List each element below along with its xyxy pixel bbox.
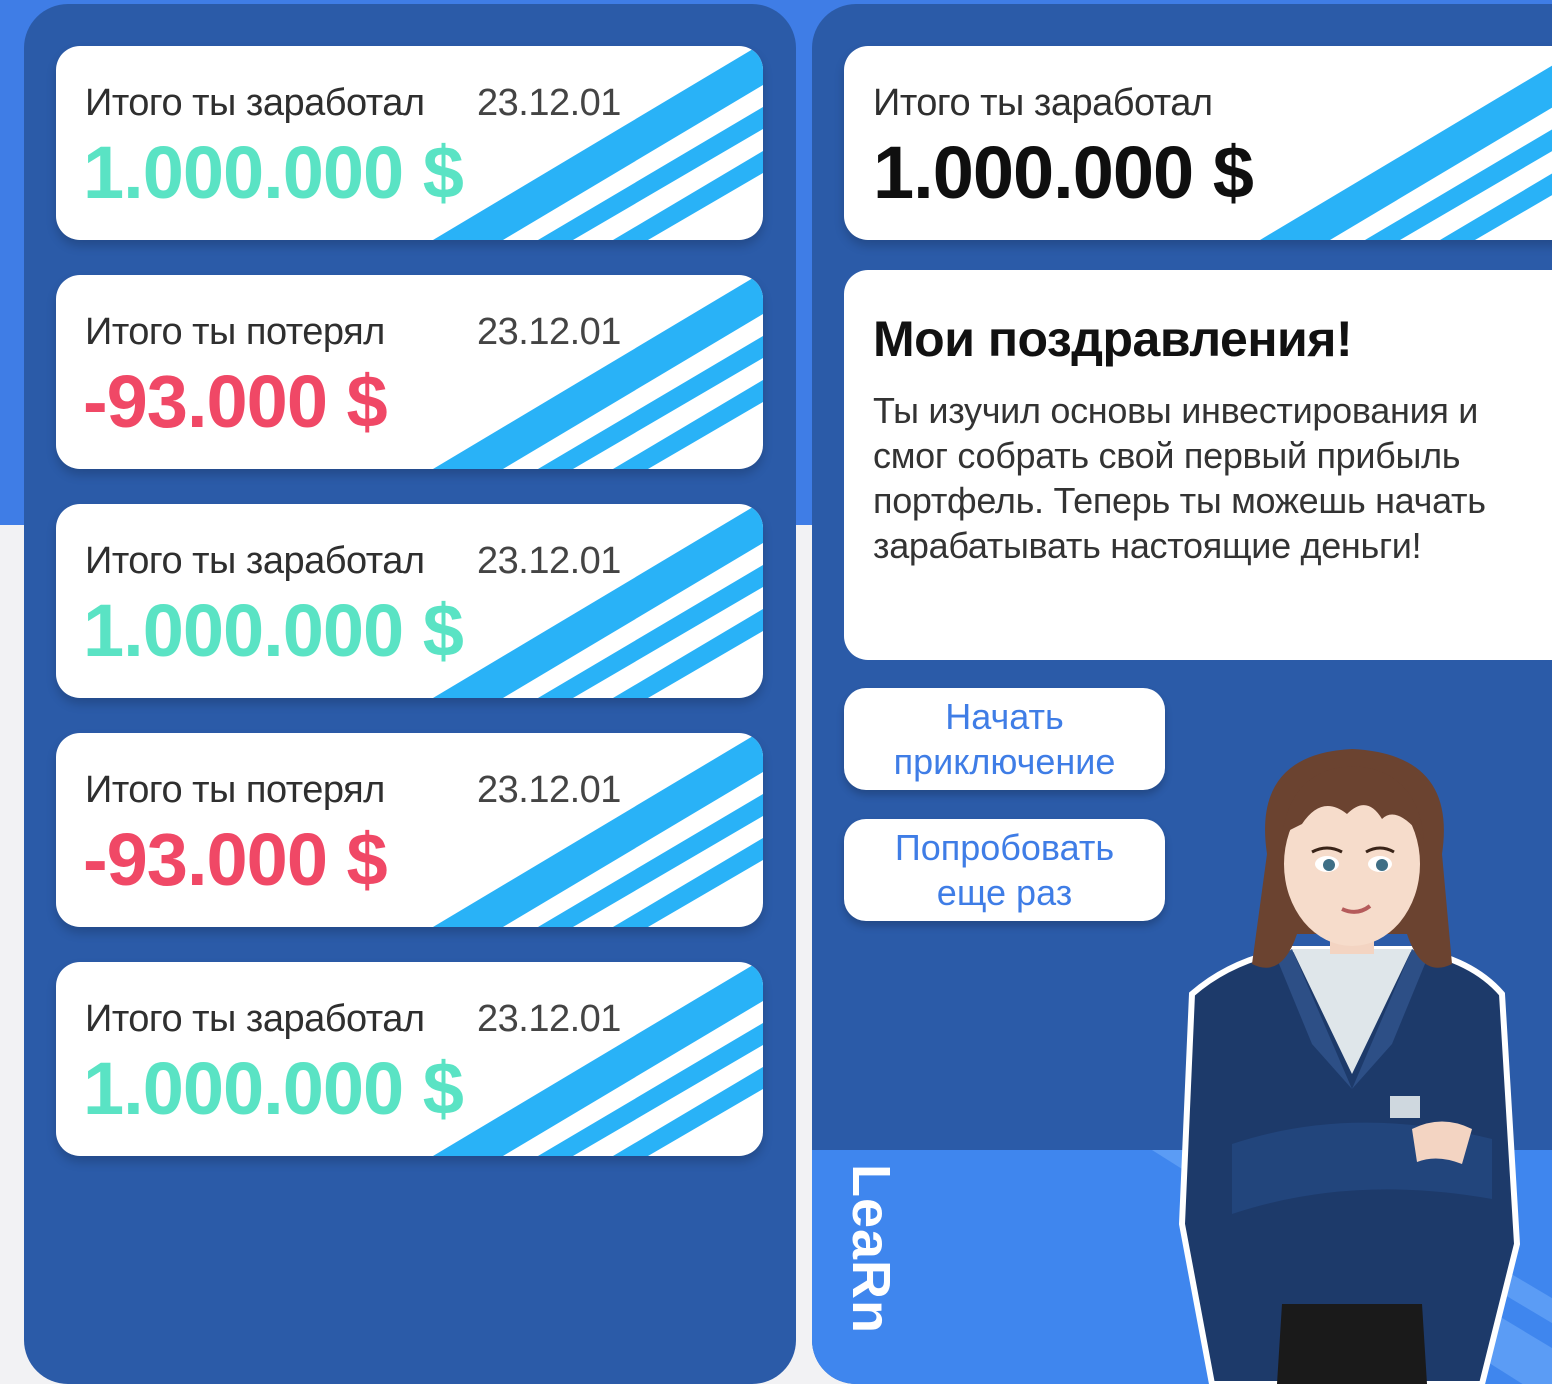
history-date: 23.12.01 [477,311,621,353]
history-label: Итого ты заработал [85,998,425,1040]
total-card: Итого ты заработал 1.000.000 $ [844,46,1552,240]
history-label: Итого ты потерял [85,769,385,811]
congrats-title: Мои поздравления! [873,311,1353,367]
congrats-card: Мои поздравления! Ты изучил основы инвес… [844,270,1552,660]
history-date: 23.12.01 [477,82,621,124]
history-date: 23.12.01 [477,540,621,582]
start-adventure-button[interactable]: Начать приключение [844,688,1165,790]
history-label: Итого ты заработал [85,82,425,124]
history-amount: 1.000.000 $ [83,589,464,672]
start-adventure-label: Начать приключение [893,696,1116,782]
history-date: 23.12.01 [477,998,621,1040]
try-again-button[interactable]: Попробовать еще раз [844,819,1165,921]
congrats-text: Ты изучил основы инвестирования и смог с… [873,390,1486,566]
history-label: Итого ты заработал [85,540,425,582]
history-card[interactable]: Итого ты заработал 23.12.01 1.000.000 $ [56,504,763,698]
history-amount: 1.000.000 $ [83,1047,464,1130]
history-date: 23.12.01 [477,769,621,811]
history-card[interactable]: Итого ты потерял 23.12.01 -93.000 $ [56,275,763,469]
diagonal-stripes-icon [433,733,763,927]
diagonal-stripes-icon [1260,65,1552,240]
diagonal-stripes-icon [433,504,763,698]
brand-logo: LeaRn [841,1164,901,1335]
history-label: Итого ты потерял [85,311,385,353]
diagonal-stripes-icon [433,275,763,469]
mascot-character [1178,749,1521,1384]
history-panel: Итого ты заработал 23.12.01 1.000.000 $ … [24,4,796,1384]
history-amount: 1.000.000 $ [83,131,464,214]
total-label: Итого ты заработал [873,82,1213,124]
history-card[interactable]: Итого ты заработал 23.12.01 1.000.000 $ [56,962,763,1156]
history-card[interactable]: Итого ты потерял 23.12.01 -93.000 $ [56,733,763,927]
diagonal-stripes-icon [433,962,763,1156]
diagonal-stripes-icon [433,46,763,240]
history-card[interactable]: Итого ты заработал 23.12.01 1.000.000 $ [56,46,763,240]
total-amount: 1.000.000 $ [873,131,1254,214]
history-amount: -93.000 $ [83,818,388,901]
result-panel: Итого ты заработал 1.000.000 $ Мои поздр… [812,4,1552,1384]
try-again-label: Попробовать еще раз [894,827,1115,913]
history-amount: -93.000 $ [83,360,388,443]
